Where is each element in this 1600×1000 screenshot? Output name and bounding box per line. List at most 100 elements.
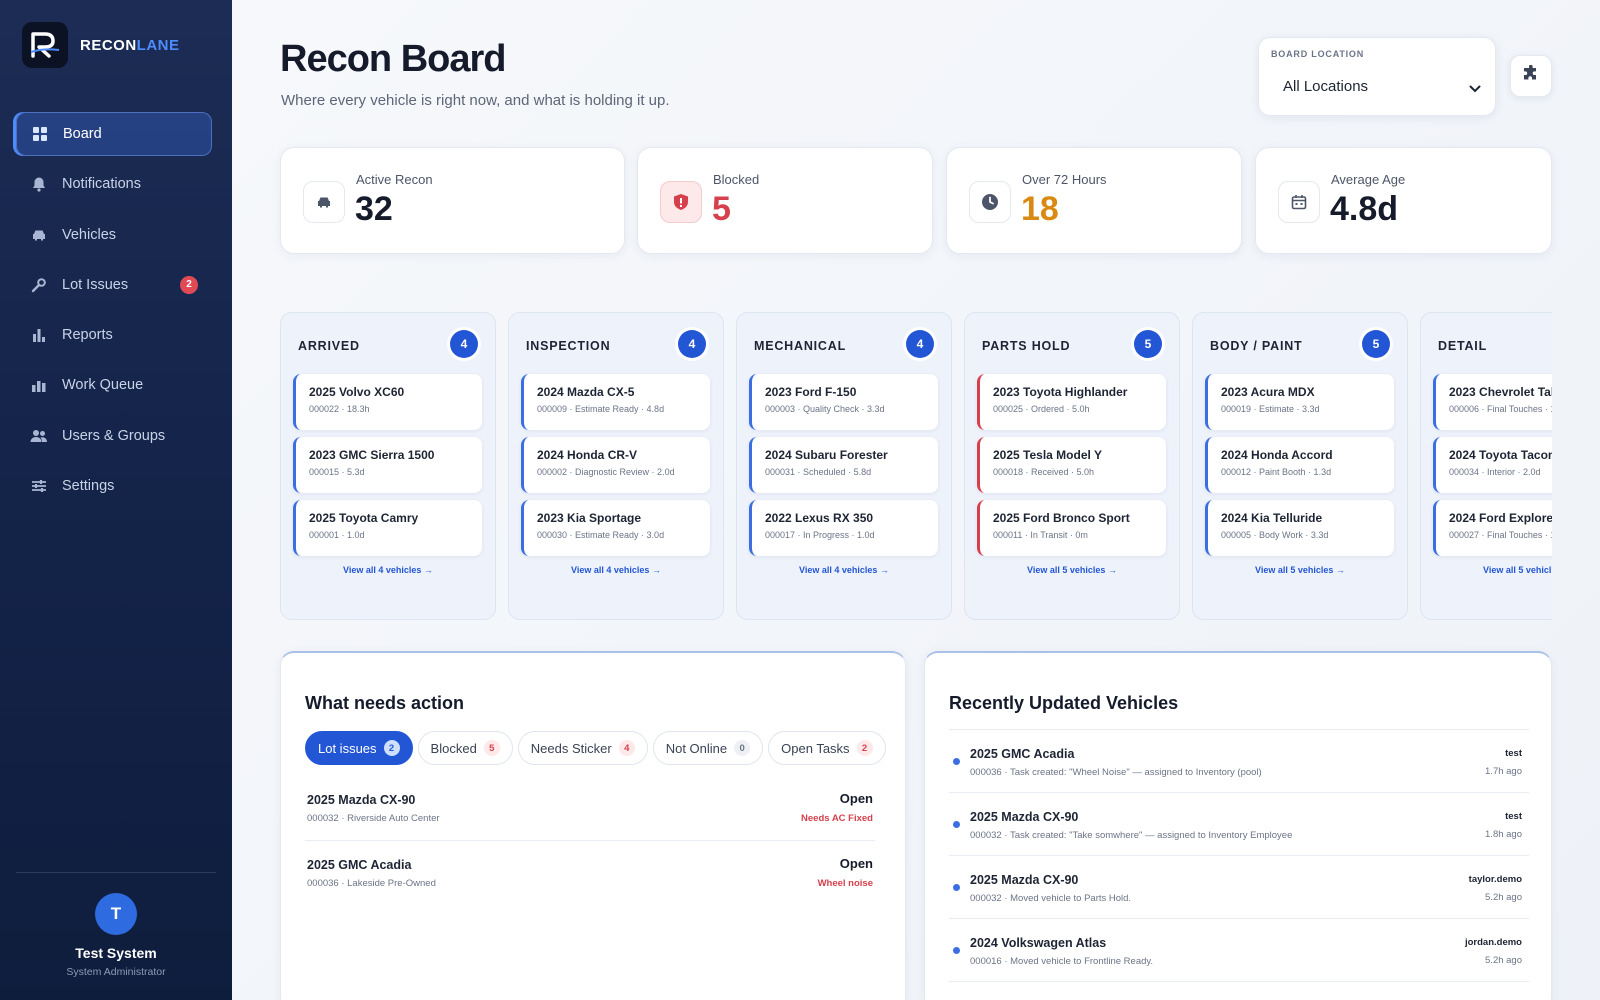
row-divider — [305, 840, 875, 841]
recent-item[interactable]: 2025 GMC Acadia 000036 · Task created: "… — [949, 731, 1527, 791]
sidebar-item-users-groups[interactable]: Users & Groups — [16, 414, 212, 458]
status-dot — [953, 758, 960, 765]
sidebar-item-label: Users & Groups — [62, 427, 166, 444]
vehicle-card[interactable]: 2023 Toyota Highlander 000025 · Ordered ·… — [977, 374, 1166, 430]
car-icon — [303, 181, 345, 223]
sidebar-item-label: Board — [63, 126, 102, 142]
vehicle-card[interactable]: 2023 Kia Sportage 000030 · Estimate Ready… — [521, 500, 710, 556]
action-item-note: Wheel noise — [817, 878, 873, 889]
view-all-link[interactable]: View all 4 vehicles → — [281, 565, 495, 575]
location-select[interactable]: BOARD LOCATION All Locations — [1258, 37, 1496, 116]
status-dot — [953, 821, 960, 828]
chip-not-online[interactable]: Not Online 0 — [652, 731, 764, 765]
sidebar-item-lot-issues[interactable]: Lot Issues 2 — [16, 263, 212, 307]
sidebar-item-label: Vehicles — [62, 226, 117, 243]
status-dot — [953, 947, 960, 954]
vehicle-card[interactable]: 2023 Chevrolet Tah 000006 · Final Touches… — [1433, 374, 1552, 430]
recent-item-time: 5.2h ago — [1485, 892, 1522, 903]
chip-count: 2 — [856, 740, 873, 756]
chip-open-tasks[interactable]: Open Tasks 2 — [768, 731, 886, 765]
vehicle-card[interactable]: 2024 Ford Explorer 000027 · Final Touches… — [1433, 500, 1552, 556]
user-role: System Administrator — [66, 966, 166, 978]
vehicle-card[interactable]: 2024 Toyota Tacoma 000034 · Interior · 2.… — [1433, 437, 1552, 493]
vehicle-card[interactable]: 2024 Subaru Forester 000031 · Scheduled ·… — [749, 437, 938, 493]
needs-action-panel: What needs action Lot issues 2 Blocked 5 N… — [280, 651, 906, 1000]
vehicle-name: 2025 Toyota Camry — [309, 511, 419, 525]
sidebar-item-settings[interactable]: Settings — [16, 464, 212, 508]
board-column-parts-hold: PARTS HOLD 5 2023 Toyota Highlander 00002… — [964, 312, 1180, 620]
vehicle-name: 2023 Ford F-150 — [765, 385, 857, 399]
car-icon — [30, 226, 48, 244]
page-subtitle: Where every vehicle is right now, and wh… — [281, 92, 670, 109]
vehicle-name: 2023 Kia Sportage — [537, 511, 642, 525]
vehicle-name: 2024 Ford Explorer — [1449, 511, 1552, 525]
chip-needs-sticker[interactable]: Needs Sticker 4 — [517, 731, 648, 765]
row-divider — [949, 981, 1529, 982]
vehicle-name: 2024 Honda Accord — [1221, 448, 1333, 462]
vehicle-card[interactable]: 2023 Acura MDX 000019 · Estimate · 3.3d — [1205, 374, 1394, 430]
view-all-link[interactable]: View all 4 vehicles → — [509, 565, 723, 575]
sidebar-item-notifications[interactable]: Notifications — [16, 162, 212, 206]
bell-icon — [30, 175, 48, 193]
vehicle-card[interactable]: 2024 Honda Accord 000012 · Paint Booth · … — [1205, 437, 1394, 493]
stat-card-active-recon[interactable]: Active Recon 32 — [280, 147, 625, 254]
vehicle-meta: 000027 · Final Touches · 1 — [1449, 530, 1552, 540]
vehicle-card[interactable]: 2024 Kia Telluride 000005 · Body Work · 3… — [1205, 500, 1394, 556]
brand-name-accent: LANE — [136, 36, 180, 54]
sidebar-item-work-queue[interactable]: Work Queue — [16, 363, 212, 407]
vehicle-meta: 000017 · In Progress · 1.0d — [765, 530, 875, 540]
vehicle-name: 2025 Volvo XC60 — [309, 385, 405, 399]
lot-issues-badge: 2 — [180, 275, 198, 294]
chip-blocked[interactable]: Blocked 5 — [417, 731, 513, 765]
vehicle-meta: 000006 · Final Touches · 1 — [1449, 404, 1552, 414]
shield-alert-icon — [660, 181, 702, 223]
chip-label: Blocked — [430, 740, 477, 756]
vehicle-card[interactable]: 2024 Mazda CX-5 000009 · Estimate Ready ·… — [521, 374, 710, 430]
vehicle-card[interactable]: 2024 Honda CR-V 000002 · Diagnostic Revie… — [521, 437, 710, 493]
stat-card-blocked[interactable]: Blocked 5 — [637, 147, 933, 254]
board-column-detail: DETAIL 2023 Chevrolet Tah 000006 · Final … — [1420, 312, 1552, 620]
column-count-badge: 4 — [906, 330, 934, 358]
recent-item[interactable]: 2024 Volkswagen Atlas 000016 · Moved veh… — [949, 920, 1527, 980]
avatar: T — [95, 893, 137, 935]
stat-card-over-72-hours[interactable]: Over 72 Hours 18 — [946, 147, 1242, 254]
vehicle-card[interactable]: 2023 GMC Sierra 1500 000015 · 5.3d — [293, 437, 482, 493]
sidebar-item-board[interactable]: Board — [16, 112, 212, 156]
recent-item[interactable]: 2025 Mazda CX-90 000032 · Task created: … — [949, 794, 1527, 854]
chip-label: Lot issues — [318, 740, 377, 756]
recent-item[interactable]: 2025 Mazda CX-90 000032 · Moved vehicle … — [949, 857, 1527, 917]
recent-item-time: 5.2h ago — [1485, 955, 1522, 966]
vehicle-card[interactable]: 2025 Toyota Camry 000001 · 1.0d — [293, 500, 482, 556]
recent-item-name: 2025 Mazda CX-90 — [970, 873, 1079, 887]
stat-value: 5 — [712, 190, 731, 228]
chip-lot-issues[interactable]: Lot issues 2 — [305, 731, 413, 765]
vehicle-name: 2023 Toyota Highlander — [993, 385, 1128, 399]
view-all-link[interactable]: View all 5 vehicles → — [1193, 565, 1407, 575]
view-all-link[interactable]: View all 4 vehicles → — [737, 565, 951, 575]
main-content: Recon Board Where every vehicle is right… — [232, 0, 1600, 1000]
vehicle-meta: 000018 · Received · 5.0h — [993, 467, 1095, 477]
sidebar-item-reports[interactable]: Reports — [16, 313, 212, 357]
action-item[interactable]: 2025 GMC Acadia 000036 · Lakeside Pre-Ow… — [307, 856, 873, 922]
brand[interactable]: RECONLANE — [22, 22, 180, 68]
vehicle-meta: 000025 · Ordered · 5.0h — [993, 404, 1090, 414]
sidebar-item-vehicles[interactable]: Vehicles — [16, 213, 212, 257]
recent-item-name: 2025 Mazda CX-90 — [970, 810, 1079, 824]
view-all-link[interactable]: View all 5 vehicl — [1483, 565, 1552, 575]
vehicle-card[interactable]: 2022 Lexus RX 350 000017 · In Progress · … — [749, 500, 938, 556]
vehicle-name: 2023 GMC Sierra 1500 — [309, 448, 435, 462]
board-columns: ARRIVED 4 2025 Volvo XC60 000022 · 18.3h … — [280, 312, 1552, 622]
action-item-status: Open — [839, 791, 873, 806]
sidebar-item-label: Notifications — [62, 176, 141, 193]
vehicle-meta: 000001 · 1.0d — [309, 530, 365, 540]
vehicle-card[interactable]: 2023 Ford F-150 000003 · Quality Check · … — [749, 374, 938, 430]
board-settings-button[interactable] — [1510, 55, 1552, 97]
user-profile[interactable]: T Test System System Administrator — [0, 893, 232, 978]
vehicle-card[interactable]: 2025 Ford Bronco Sport 000011 · In Transi… — [977, 500, 1166, 556]
view-all-link[interactable]: View all 5 vehicles → — [965, 565, 1179, 575]
stat-card-average-age[interactable]: Average Age 4.8d — [1255, 147, 1552, 254]
stat-label: Active Recon — [356, 172, 433, 187]
action-item[interactable]: 2025 Mazda CX-90 000032 · Riverside Auto… — [307, 791, 873, 857]
vehicle-card[interactable]: 2025 Tesla Model Y 000018 · Received · 5.… — [977, 437, 1166, 493]
vehicle-card[interactable]: 2025 Volvo XC60 000022 · 18.3h — [293, 374, 482, 430]
